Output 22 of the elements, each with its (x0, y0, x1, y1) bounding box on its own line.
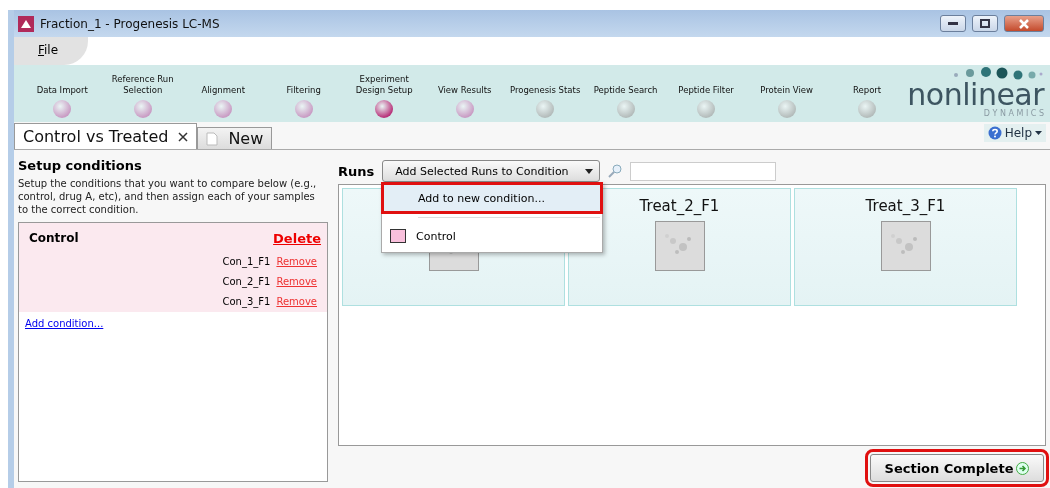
step-label: Progenesis Stats (509, 85, 581, 96)
step-label: Reference Run Selection (110, 74, 175, 96)
logo-wordmark: nonlinear (907, 81, 1045, 109)
step-label: View Results (437, 85, 492, 96)
instructions-text: Setup the conditions that you want to compare below (e.g., control, drug A, etc), and then assign each of your samples to the correct condition. (18, 177, 318, 216)
step-label: Peptide Filter (678, 85, 734, 96)
step-label: Peptide Search (593, 85, 658, 96)
step-label: Report (853, 85, 882, 96)
step-label: Protein View (760, 85, 813, 96)
run-name: Con_2_F1 (222, 276, 271, 287)
step-label: Alignment (201, 85, 245, 96)
run-title: Treat_3_F1 (865, 197, 946, 217)
runs-label: Runs (338, 163, 375, 179)
run-name: Con_1_F1 (222, 256, 271, 267)
step-label: Experiment Design Setup (354, 74, 414, 96)
window-title: Fraction_1 - Progenesis LC-MS (40, 16, 221, 31)
step-label: Data Import (36, 85, 88, 96)
run-name: Con_3_F1 (222, 296, 271, 307)
step-label: Filtering (286, 85, 321, 96)
condition-name: Control (29, 231, 79, 246)
section-heading: Setup conditions (18, 158, 143, 173)
run-title: Treat_2_F1 (639, 197, 720, 217)
